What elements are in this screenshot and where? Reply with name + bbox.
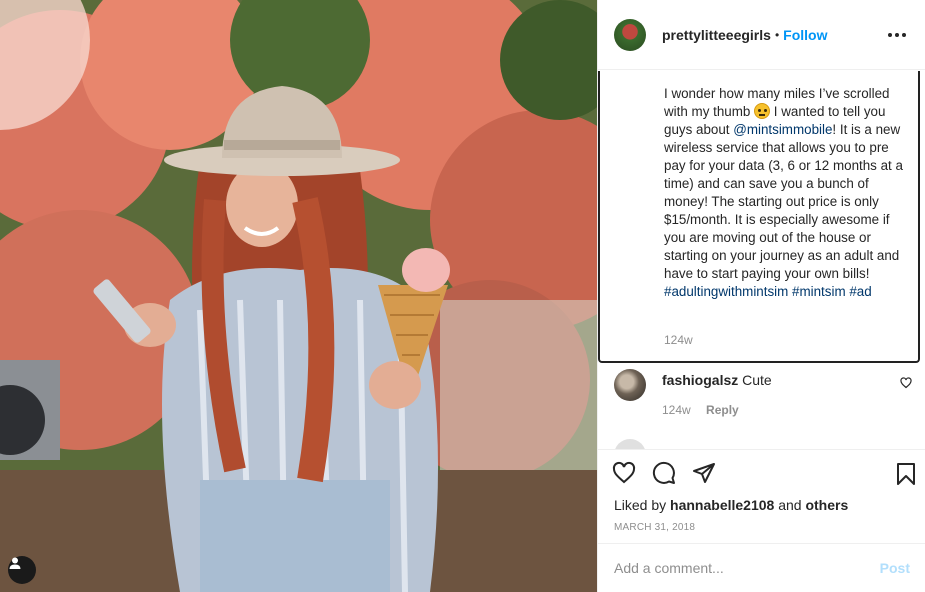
thinking-face-emoji-icon	[754, 103, 771, 119]
photo-illustration	[0, 0, 597, 592]
commenter-avatar[interactable]	[614, 439, 646, 449]
liked-by-prefix: Liked by	[614, 497, 671, 513]
comment-bubble-icon[interactable]	[652, 461, 676, 485]
comment-meta: 124w Reply	[662, 403, 739, 417]
separator-dot: •	[774, 27, 780, 42]
comment-body: Cute	[742, 372, 772, 388]
post-side-panel: prettylitteeegirls • Follow I wonder how…	[597, 0, 925, 592]
liked-by-mid: and	[774, 497, 806, 513]
reply-button[interactable]: Reply	[706, 403, 739, 417]
comment-item-partial	[614, 439, 914, 449]
hashtag-link[interactable]: #adultingwithmintsim	[664, 284, 788, 299]
liked-by-username[interactable]: hannabelle2108	[670, 497, 774, 513]
post-actions: Liked by hannabelle2108 and others MARCH…	[598, 449, 925, 543]
add-comment-bar: Post	[598, 543, 925, 592]
liked-by-others[interactable]: others	[805, 497, 848, 513]
more-dot-icon	[888, 32, 892, 37]
save-button[interactable]	[894, 462, 918, 486]
add-comment-input[interactable]	[614, 560, 880, 576]
like-heart-icon[interactable]	[612, 461, 636, 485]
user-icon	[9, 557, 21, 569]
liked-by-text: Liked by hannabelle2108 and others	[614, 497, 848, 513]
caption-highlight: I wonder how many miles I’ve scrolled wi…	[598, 71, 920, 363]
post-header: prettylitteeegirls • Follow	[598, 0, 925, 70]
author-username[interactable]: prettylitteeegirls	[662, 27, 771, 43]
bookmark-icon	[897, 463, 915, 485]
comment-text: fashiogalsz Cute	[662, 372, 772, 388]
comment-item: fashiogalsz Cute 124w Reply	[614, 369, 914, 429]
caption-part: ! It is a new wireless service that allo…	[664, 122, 903, 281]
tagged-users-button[interactable]	[8, 556, 36, 584]
comment-timestamp[interactable]: 124w	[662, 403, 691, 417]
hashtag-link[interactable]: #ad	[849, 284, 871, 299]
caption-text: I wonder how many miles I’ve scrolled wi…	[664, 85, 912, 301]
caption-timestamp[interactable]: 124w	[664, 333, 693, 347]
post-photo[interactable]	[0, 0, 597, 592]
post-date[interactable]: MARCH 31, 2018	[614, 522, 695, 533]
more-dot-icon	[902, 32, 906, 37]
follow-button[interactable]: Follow	[783, 27, 827, 43]
hashtag-link[interactable]: #mintsim	[792, 284, 846, 299]
more-dot-icon	[895, 32, 899, 37]
mention-link[interactable]: @mintsimmobile	[733, 122, 832, 137]
more-options-button[interactable]	[884, 29, 910, 41]
share-paper-plane-icon[interactable]	[692, 461, 716, 485]
comment-like-heart-icon[interactable]	[900, 377, 912, 389]
commenter-avatar[interactable]	[614, 369, 646, 401]
comments-scroll-area[interactable]: I wonder how many miles I’ve scrolled wi…	[598, 71, 925, 449]
post-comment-button[interactable]: Post	[880, 560, 910, 576]
author-avatar[interactable]	[614, 18, 646, 51]
action-icons	[612, 461, 716, 485]
commenter-username[interactable]: fashiogalsz	[662, 372, 738, 388]
